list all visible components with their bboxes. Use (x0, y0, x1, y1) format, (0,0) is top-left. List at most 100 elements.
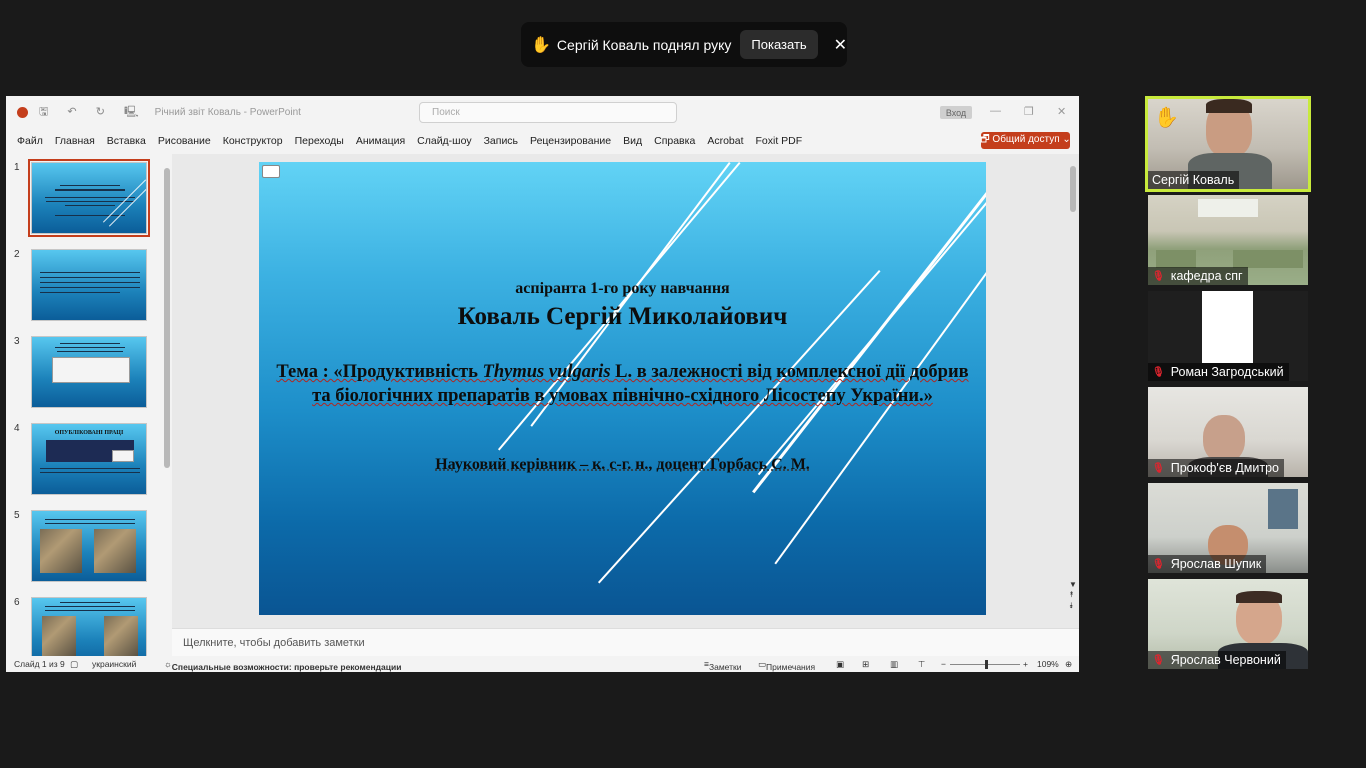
document-title: Річний звіт Коваль - PowerPoint (154, 106, 301, 118)
scrollbar-thumb[interactable] (1070, 166, 1076, 212)
tab-transitions[interactable]: Переходы (295, 135, 344, 147)
notification-message: Сергій Коваль поднял руку (556, 36, 732, 53)
participant-name: Роман Загродський (1170, 365, 1284, 379)
tab-home[interactable]: Главная (55, 135, 95, 147)
notes-button[interactable]: ≡ Заметки (704, 659, 741, 672)
share-button[interactable]: 🗗 Общий доступ ⌄ (980, 132, 1071, 149)
thumbnail-number: 3 (14, 336, 20, 347)
thumbnail-number: 4 (14, 423, 20, 434)
quick-access-toolbar[interactable]: 🖫 ↶ ↻ 🖳 (39, 103, 147, 122)
hand-raise-notification: ✋ Сергій Коваль поднял руку Показать ✕ (521, 22, 847, 67)
topic-end: України.» (850, 386, 933, 406)
minimize-icon[interactable]: — (990, 105, 1001, 117)
status-bar: Слайд 1 из 9 ▢ украинский ☼ Специальные … (6, 656, 1079, 672)
microphone-muted-icon: 🎙 (1152, 366, 1165, 378)
participant-tile[interactable]: 🎙 Ярослав Шупик (1148, 483, 1308, 573)
desktop: ✋ Сергій Коваль поднял руку Показать ✕ 🖫… (0, 0, 1366, 768)
slide-thumbnails-pane: 1 2 3 4 ОПУБЛІКОВАНІ ПРАЦІ 5 6 (6, 154, 172, 669)
thumbnail-number: 1 (14, 162, 20, 173)
microphone-muted-icon: 🎙 (1152, 462, 1165, 474)
thumbnail-number: 6 (14, 597, 20, 608)
tab-insert[interactable]: Вставка (107, 135, 146, 147)
participant-label: 🎙 Прокоф'єв Дмитро (1148, 459, 1284, 477)
participant-tile[interactable]: 🎙 Роман Загродський (1148, 291, 1308, 381)
slide-topic: Тема : «Продуктивність Thymus vulgaris L… (259, 360, 986, 408)
topic-species: Thymus vulgaris (482, 362, 611, 382)
scroll-down-icon[interactable]: ▼ (1069, 580, 1077, 589)
tab-view[interactable]: Вид (623, 135, 642, 147)
comment-icon[interactable] (262, 165, 280, 178)
participant-label: Сергій Коваль (1148, 171, 1240, 189)
microphone-muted-icon: 🎙 (1152, 558, 1165, 570)
spell-check-icon[interactable]: ▢ (70, 659, 78, 670)
show-button[interactable]: Показать (740, 30, 818, 59)
thumbnail-number: 5 (14, 510, 20, 521)
slide-advisor: Науковий керівник – к. с-г. н., доцент Г… (435, 456, 810, 473)
participant-name: кафедра спг (1170, 269, 1243, 283)
current-slide[interactable]: аспіранта 1-го року навчання Коваль Серг… (259, 162, 986, 615)
microphone-muted-icon: 🎙 (1152, 270, 1165, 282)
next-slide-icon[interactable]: ⯯ (1069, 601, 1074, 611)
slide-subtitle: аспіранта 1-го року навчання (515, 280, 730, 297)
search-input[interactable]: Поиск (419, 102, 677, 123)
scrollbar-thumb[interactable] (164, 168, 170, 468)
previous-slide-icon[interactable]: ⯭ (1069, 590, 1074, 600)
tab-record[interactable]: Запись (484, 135, 518, 147)
powerpoint-logo-icon (17, 106, 28, 118)
slide-scrollbar[interactable]: ▼ ⯭ ⯯ (1069, 158, 1077, 618)
participant-tile[interactable]: 🎙 Прокоф'єв Дмитро (1148, 387, 1308, 477)
thumbnails-scrollbar[interactable] (164, 158, 170, 652)
participant-name: Ярослав Червоний (1170, 653, 1281, 667)
zoom-in-button[interactable]: + (1023, 659, 1028, 669)
participant-name: Прокоф'єв Дмитро (1170, 461, 1279, 475)
slide-thumbnail-2[interactable] (31, 249, 147, 321)
thumbnail-title: ОПУБЛІКОВАНІ ПРАЦІ (54, 430, 124, 436)
workspace: 1 2 3 4 ОПУБЛІКОВАНІ ПРАЦІ 5 6 аспіранта… (6, 154, 1079, 669)
topic-prefix: Тема : «Продуктивність (276, 362, 483, 382)
ribbon-tabs: Файл Главная Вставка Рисование Конструкт… (6, 131, 1079, 151)
slide-thumbnail-4[interactable]: ОПУБЛІКОВАНІ ПРАЦІ (31, 423, 147, 495)
slide-thumbnail-5[interactable] (31, 510, 147, 582)
tab-slideshow[interactable]: Слайд-шоу (417, 135, 471, 147)
language-indicator[interactable]: украинский (92, 659, 136, 669)
microphone-muted-icon: 🎙 (1152, 654, 1165, 666)
slideshow-icon[interactable]: ⊤ (918, 659, 925, 670)
participant-label: 🎙 Роман Загродський (1148, 363, 1289, 381)
zoom-out-button[interactable]: − (941, 659, 946, 669)
normal-view-icon[interactable]: ▣ (836, 659, 844, 670)
slide-sorter-icon[interactable]: ⊞ (862, 659, 869, 670)
participant-label: 🎙 Ярослав Шупик (1148, 555, 1267, 573)
participant-tile-active-speaker[interactable]: ✋ Сергій Коваль (1145, 96, 1311, 192)
maximize-icon[interactable]: ❐ (1024, 105, 1034, 118)
raised-hand-icon: ✋ (531, 36, 551, 54)
video-placeholder (1202, 291, 1253, 363)
tab-foxit[interactable]: Foxit PDF (756, 135, 803, 147)
slide-thumbnail-1[interactable] (28, 159, 150, 237)
close-window-icon[interactable]: ✕ (1057, 105, 1066, 118)
participant-tile[interactable]: 🎙 Ярослав Червоний (1148, 579, 1308, 669)
thumbnail-number: 2 (14, 249, 20, 260)
participant-name: Ярослав Шупик (1170, 557, 1262, 571)
tab-acrobat[interactable]: Acrobat (707, 135, 743, 147)
tab-animation[interactable]: Анимация (356, 135, 405, 147)
zoom-slider-handle[interactable] (985, 660, 988, 669)
sign-in-button[interactable]: Вход (940, 106, 972, 119)
tab-help[interactable]: Справка (654, 135, 695, 147)
participant-tile[interactable]: 🎙 кафедра спг (1148, 195, 1308, 285)
accessibility-status[interactable]: ☼ Специальные возможности: проверьте рек… (164, 659, 401, 672)
tab-draw[interactable]: Рисование (158, 135, 211, 147)
tab-design[interactable]: Конструктор (223, 135, 283, 147)
close-icon[interactable]: ✕ (834, 35, 847, 55)
notes-pane[interactable]: Щелкните, чтобы добавить заметки (172, 628, 1079, 656)
slide-thumbnail-3[interactable] (31, 336, 147, 408)
comments-button[interactable]: ▭ Примечания (758, 659, 815, 672)
participant-name: Сергій Коваль (1152, 173, 1235, 187)
reading-view-icon[interactable]: ▥ (890, 659, 898, 670)
tab-file[interactable]: Файл (17, 135, 43, 147)
fit-to-window-icon[interactable]: ⊕ (1065, 659, 1072, 670)
tab-review[interactable]: Рецензирование (530, 135, 611, 147)
raised-hand-icon: ✋ (1154, 107, 1179, 129)
powerpoint-window: 🖫 ↶ ↻ 🖳 Річний звіт Коваль - PowerPoint … (6, 96, 1079, 672)
participant-label: 🎙 Ярослав Червоний (1148, 651, 1286, 669)
zoom-level[interactable]: 109% (1037, 659, 1059, 669)
